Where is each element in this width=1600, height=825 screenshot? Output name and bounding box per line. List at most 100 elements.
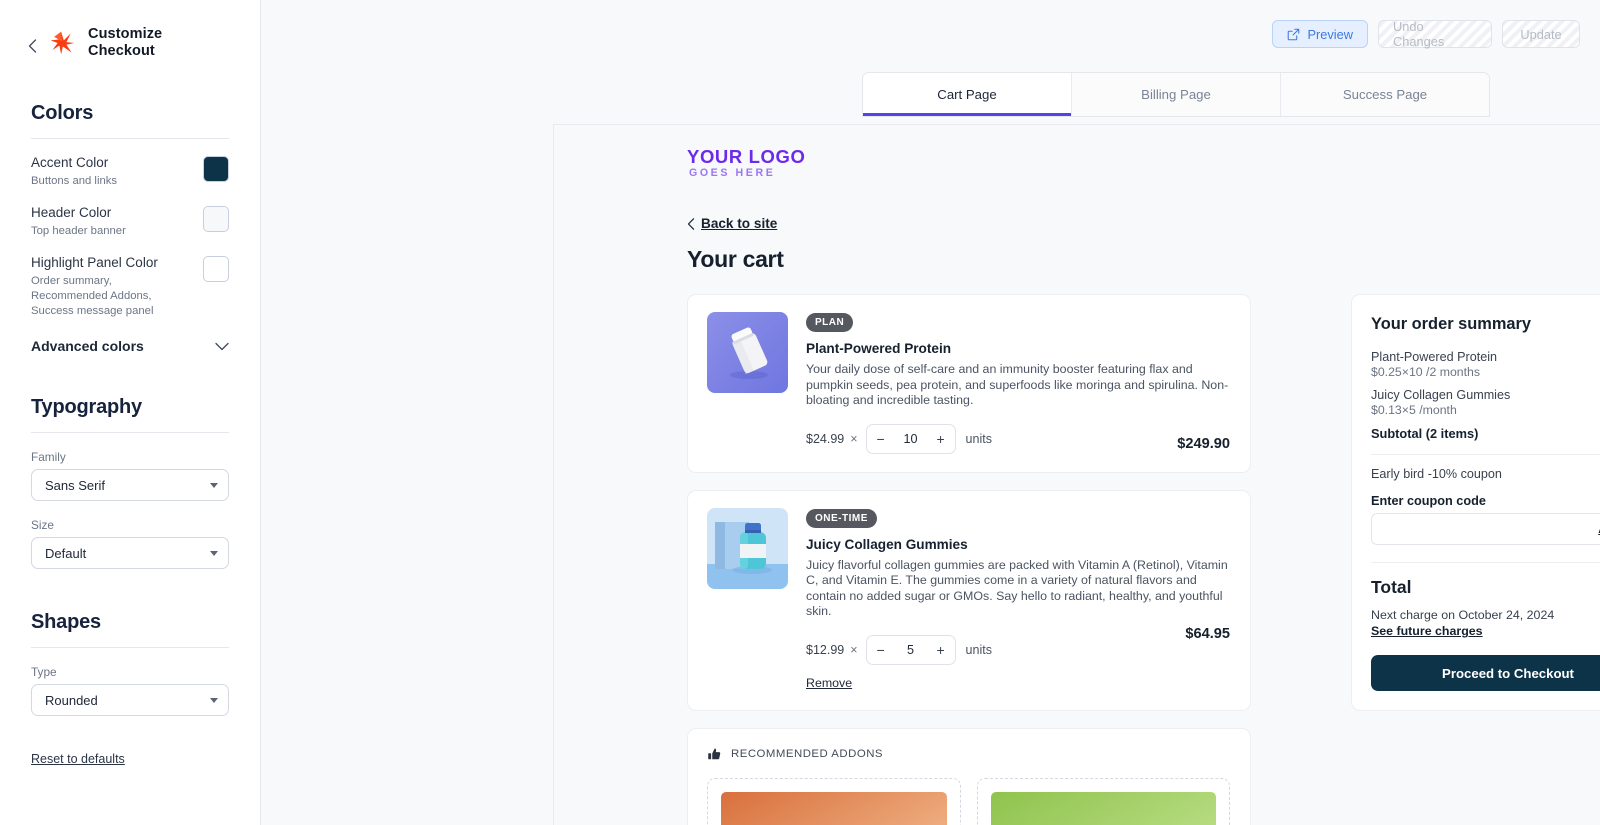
header-color-swatch[interactable] (203, 206, 229, 232)
quantity-decrement-button[interactable]: − (867, 425, 895, 453)
remove-item-link[interactable]: Remove (806, 676, 852, 690)
coupon-field-label: Enter coupon code (1371, 494, 1486, 508)
shape-type-select[interactable]: Rounded (31, 684, 229, 716)
chevron-down-icon (215, 342, 229, 350)
addon-thumbnail (721, 791, 947, 825)
recommended-addons-panel: RECOMMENDED ADDONS (687, 727, 1251, 825)
quantity-increment-button[interactable]: + (927, 425, 955, 453)
customizer-sidebar: Customize Checkout Colors Accent Color B… (0, 0, 261, 825)
tab-billing-page-label: Billing Page (1141, 87, 1211, 102)
color-setting-header[interactable]: Header Color Top header banner (31, 204, 229, 239)
summary-divider (1371, 454, 1600, 455)
preview-button-label: Preview (1307, 26, 1353, 42)
tab-success-page[interactable]: Success Page (1280, 73, 1489, 116)
coupon-code-input[interactable] (1383, 522, 1599, 536)
tab-success-page-label: Success Page (1342, 87, 1428, 102)
summary-divider (1371, 562, 1600, 563)
summary-subtotal-row: Subtotal (2 items) $2.83 (1371, 426, 1600, 441)
sidebar-brand-title: Customize Checkout (88, 26, 163, 59)
header-color-sub: Top header banner (31, 225, 126, 237)
product-name: Juicy Collagen Gummies (806, 536, 968, 552)
top-toolbar: Preview Undo Changes Update (261, 0, 1600, 68)
highlight-panel-color-label: Highlight Panel Color (31, 255, 158, 270)
product-type-badge: PLAN (806, 313, 854, 332)
summary-line-name: Juicy Collagen Gummies (1371, 388, 1511, 402)
unit-price: $24.99 (806, 431, 845, 446)
subtotal-label: Subtotal (2 items) (1371, 426, 1479, 441)
font-family-label: Family (31, 450, 66, 464)
shapes-heading: Shapes (31, 611, 101, 633)
back-to-site-link[interactable]: Back to site (687, 216, 1600, 231)
store-logo-main: YOUR LOGO (687, 146, 806, 167)
preview-button[interactable]: Preview (1272, 20, 1368, 48)
addon-card[interactable] (976, 777, 1230, 825)
chevron-left-icon (687, 217, 695, 230)
product-name: Plant-Powered Protein (806, 341, 952, 356)
checkout-preview-canvas: YOUR LOGO GOES HERE Back to site Your ca… (553, 124, 1600, 825)
quantity-input[interactable] (894, 642, 927, 657)
product-description: Your daily dose of self-care and an immu… (806, 362, 1229, 407)
quantity-stepper: − + (865, 634, 956, 665)
sidebar-collapse-button[interactable] (24, 38, 40, 54)
kajabi-star-icon (50, 31, 75, 55)
coupon-applied-label: Early bird -10% coupon (1371, 467, 1502, 481)
quantity-stepper: − + (865, 423, 956, 454)
color-setting-accent[interactable]: Accent Color Buttons and links (31, 154, 229, 189)
quantity-increment-button[interactable]: + (927, 636, 955, 664)
quantity-decrement-button[interactable]: − (867, 636, 895, 664)
font-size-select[interactable]: Default (31, 537, 229, 569)
font-size-value: Default (45, 545, 87, 561)
typography-divider (31, 432, 229, 433)
accent-color-sub: Buttons and links (31, 175, 118, 187)
reset-to-defaults-link[interactable]: Reset to defaults (31, 752, 125, 766)
shape-type-label: Type (31, 665, 57, 679)
sidebar-brand: Customize Checkout (31, 0, 229, 60)
advanced-colors-label: Advanced colors (31, 338, 144, 354)
page-tabs: Cart Page Billing Page Success Page (862, 72, 1490, 117)
color-setting-highlight-panel[interactable]: Highlight Panel Color Order summary, Rec… (31, 254, 229, 319)
proceed-to-checkout-button[interactable]: Proceed to Checkout (1371, 655, 1600, 691)
quantity-input[interactable] (894, 431, 927, 446)
quantity-row: $24.99 × − + units (806, 423, 992, 454)
next-charge-label: Next charge on October 24, 2024 (1371, 608, 1555, 622)
order-summary-title: Your order summary (1371, 315, 1532, 333)
shapes-divider (31, 647, 229, 648)
font-family-select[interactable]: Sans Serif (31, 469, 229, 501)
advanced-colors-toggle[interactable]: Advanced colors (31, 338, 229, 354)
see-future-charges-link[interactable]: See future charges (1371, 624, 1483, 638)
cart-item-row: ONE-TIME Juicy Collagen Gummies Juicy fl… (687, 489, 1251, 711)
multiply-symbol: × (850, 642, 858, 657)
highlight-panel-color-sub: Order summary, Recommended Addons, Succe… (31, 275, 154, 317)
addon-card[interactable] (707, 777, 961, 825)
undo-changes-label: Undo Changes (1393, 19, 1445, 49)
units-label: units (965, 642, 992, 657)
highlight-panel-color-swatch[interactable] (203, 256, 229, 282)
total-label: Total (1371, 577, 1412, 597)
units-label: units (965, 431, 992, 446)
update-button-label: Update (1520, 26, 1562, 42)
tab-billing-page[interactable]: Billing Page (1071, 73, 1280, 116)
tab-cart-page[interactable]: Cart Page (863, 73, 1071, 116)
store-logo: YOUR LOGO GOES HERE (687, 147, 1600, 180)
thumbs-up-icon (708, 748, 721, 759)
font-size-label: Size (31, 518, 54, 532)
summary-line-name: Plant-Powered Protein (1371, 350, 1498, 364)
cart-item-row: PLAN Plant-Powered Protein Your daily do… (687, 294, 1251, 473)
update-button: Update (1502, 20, 1580, 48)
next-charge-row: Next charge on October 24, 2024 $2.83 (1371, 608, 1600, 622)
quantity-row: $12.99 × − + units (806, 634, 992, 665)
tab-cart-page-label: Cart Page (937, 87, 997, 102)
product-thumbnail (707, 507, 788, 589)
typography-heading: Typography (31, 396, 142, 418)
summary-line-meta: $0.13×5 /month (1371, 403, 1457, 417)
font-family-value: Sans Serif (45, 477, 105, 493)
total-row: Total $2.83 (1371, 577, 1600, 598)
caret-down-icon (210, 482, 218, 488)
product-description: Juicy flavorful collagen gummies are pac… (806, 557, 1228, 619)
summary-line-meta: $0.25×10 /2 months (1371, 365, 1481, 379)
caret-down-icon (210, 697, 218, 703)
accent-color-swatch[interactable] (203, 156, 229, 182)
addon-thumbnail (990, 791, 1216, 825)
colors-divider (31, 138, 229, 139)
order-summary-panel: Your order summary Plant-Powered Protein… (1351, 294, 1600, 711)
